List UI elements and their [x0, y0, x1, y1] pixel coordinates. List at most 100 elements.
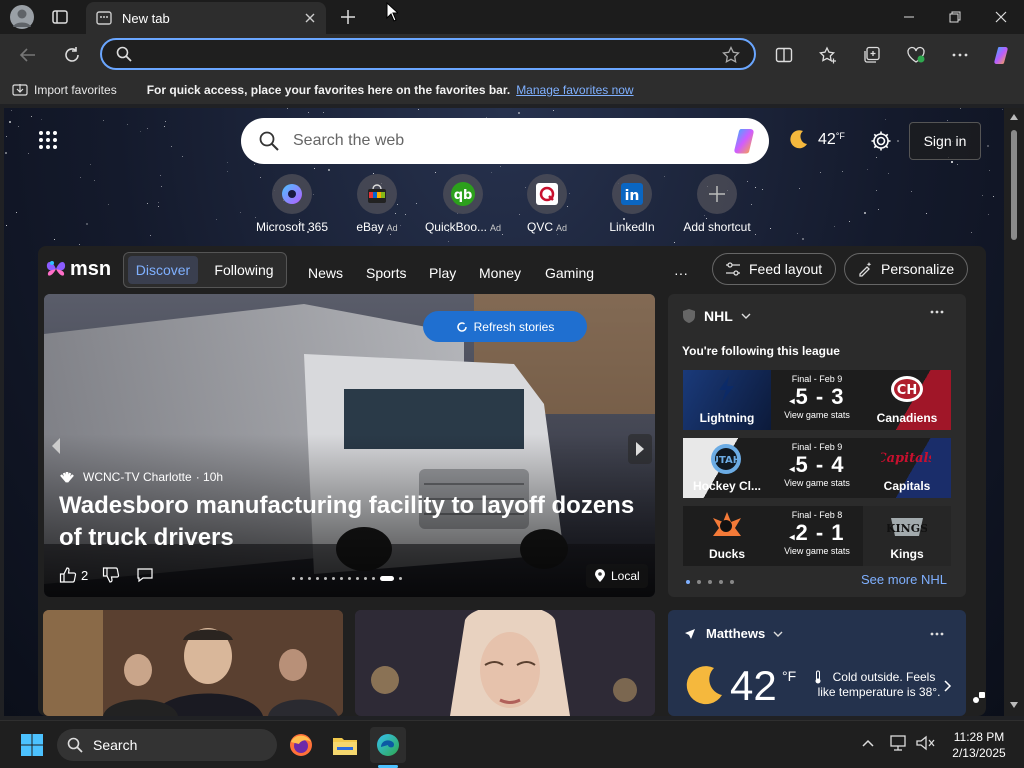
carousel-dot[interactable] [340, 577, 343, 580]
nav-news[interactable]: News [308, 256, 343, 290]
carousel-dots[interactable] [292, 576, 402, 581]
pager-dot[interactable] [697, 580, 701, 584]
show-hidden-icons-chevron-icon[interactable] [862, 739, 874, 747]
story-card-entertainment[interactable] [355, 610, 655, 716]
pager-dot[interactable] [730, 580, 734, 584]
view-game-stats[interactable]: View game stats [771, 410, 863, 420]
nav-gaming[interactable]: Gaming [545, 256, 594, 290]
tab-discover[interactable]: Discover [128, 256, 198, 284]
shortcut-microsoft-365[interactable]: Microsoft 365 [247, 174, 337, 234]
prev-story-chevron-icon[interactable] [50, 437, 62, 455]
address-bar[interactable] [100, 38, 756, 70]
taskbar-search-box[interactable]: Search [57, 729, 277, 761]
game-row[interactable]: UTAH Hockey Cl... Final - Feb 9 ◂5 - 4 V… [683, 438, 951, 498]
restore-button[interactable] [932, 0, 978, 34]
carousel-dot[interactable] [292, 577, 295, 580]
feed-layout-button[interactable]: Feed layout [712, 253, 836, 285]
volume-muted-icon[interactable] [916, 735, 936, 751]
weather-next-chevron-icon[interactable] [944, 680, 952, 692]
weather-more-icon[interactable] [930, 632, 944, 636]
new-tab-button[interactable] [340, 9, 356, 25]
search-input[interactable] [293, 132, 693, 150]
minimize-button[interactable] [886, 0, 932, 34]
nhl-pager-dots[interactable] [686, 580, 734, 584]
page-scrollbar[interactable] [1004, 108, 1024, 716]
web-search-box[interactable] [241, 118, 769, 164]
personalize-button[interactable]: Personalize [844, 253, 968, 285]
carousel-dot[interactable] [356, 577, 359, 580]
profile-avatar[interactable] [10, 5, 34, 29]
manage-favorites-link[interactable]: Manage favorites now [516, 83, 633, 97]
carousel-dot[interactable] [300, 577, 303, 580]
split-screen-icon[interactable] [768, 39, 800, 71]
msn-logo[interactable]: msn [44, 252, 111, 286]
local-badge[interactable]: Local [586, 564, 648, 588]
pager-dot[interactable] [719, 580, 723, 584]
favorite-star-icon[interactable] [722, 46, 740, 64]
shortcut-linkedin[interactable]: in LinkedIn [587, 174, 677, 234]
carousel-dot[interactable] [308, 577, 311, 580]
carousel-dot[interactable] [332, 577, 335, 580]
game-row[interactable]: Lightning Final - Feb 9 ◂5 - 3 View game… [683, 370, 951, 430]
start-button[interactable] [14, 727, 50, 763]
tab-actions-icon[interactable] [52, 9, 68, 25]
game-row[interactable]: Ducks Final - Feb 8 ◂2 - 1 View game sta… [683, 506, 951, 566]
feedback-icon[interactable] [972, 690, 986, 704]
story-headline[interactable]: Wadesboro manufacturing facility to layo… [59, 490, 649, 554]
view-game-stats[interactable]: View game stats [771, 478, 863, 488]
carousel-dot-active[interactable] [380, 576, 394, 581]
copilot-icon[interactable] [986, 39, 1018, 71]
apps-launcher-icon[interactable] [38, 130, 58, 150]
import-favorites-button[interactable]: Import favorites [12, 83, 117, 97]
carousel-dot[interactable] [348, 577, 351, 580]
network-icon[interactable] [890, 735, 908, 751]
nhl-more-icon[interactable] [930, 310, 944, 314]
favorites-icon[interactable] [812, 39, 844, 71]
weather-card[interactable]: Matthews 42 °F Cold outside. Feels like … [668, 610, 966, 716]
page-settings-gear-icon[interactable] [870, 130, 892, 152]
firefox-app[interactable] [283, 727, 319, 763]
file-explorer-app[interactable] [327, 727, 363, 763]
shortcut-add[interactable]: Add shortcut [672, 174, 762, 234]
carousel-dot[interactable] [399, 577, 402, 580]
close-tab-icon[interactable] [304, 12, 316, 24]
copilot-icon[interactable] [729, 126, 759, 156]
nhl-header[interactable]: NHL [682, 308, 751, 324]
close-window-button[interactable] [978, 0, 1024, 34]
carousel-dot[interactable] [316, 577, 319, 580]
edge-app[interactable] [370, 727, 406, 763]
nav-play[interactable]: Play [429, 256, 456, 290]
taskbar-clock[interactable]: 11:28 PM 2/13/2025 [944, 729, 1014, 761]
story-card-politics[interactable] [43, 610, 343, 716]
view-game-stats[interactable]: View game stats [771, 546, 863, 556]
carousel-dot[interactable] [324, 577, 327, 580]
carousel-dot[interactable] [372, 577, 375, 580]
see-more-nhl-link[interactable]: See more NHL [861, 572, 947, 587]
tab-new-tab[interactable]: New tab [86, 2, 326, 34]
carousel-dot[interactable] [364, 577, 367, 580]
weather-location[interactable]: Matthews [684, 626, 783, 641]
settings-more-icon[interactable] [944, 39, 976, 71]
shortcut-ebay[interactable]: eBay Ad [332, 174, 422, 234]
tab-following[interactable]: Following [206, 256, 282, 284]
weather-widget[interactable]: 42 °F [786, 128, 845, 152]
browser-essentials-icon[interactable] [900, 39, 932, 71]
refresh-button[interactable] [56, 39, 88, 71]
pager-dot[interactable] [686, 580, 690, 584]
thumbs-down-icon[interactable] [102, 566, 120, 584]
shortcut-qvc[interactable]: QVC Ad [502, 174, 592, 234]
pager-dot[interactable] [708, 580, 712, 584]
scrollbar-thumb[interactable] [1011, 130, 1017, 240]
refresh-stories-button[interactable]: Refresh stories [423, 311, 587, 342]
scroll-up-arrow-icon[interactable] [1010, 114, 1018, 120]
nav-money[interactable]: Money [479, 256, 521, 290]
sign-in-button[interactable]: Sign in [909, 122, 981, 160]
nav-sports[interactable]: Sports [366, 256, 406, 290]
back-button[interactable] [12, 39, 44, 71]
shortcut-quickbooks[interactable]: qb QuickBoo... Ad [418, 174, 508, 234]
thumbs-up-icon[interactable] [59, 566, 77, 584]
collections-icon[interactable] [856, 39, 888, 71]
next-story-chevron-icon[interactable] [628, 434, 652, 464]
comment-icon[interactable] [136, 567, 154, 583]
nav-more[interactable]: ··· [674, 256, 688, 290]
